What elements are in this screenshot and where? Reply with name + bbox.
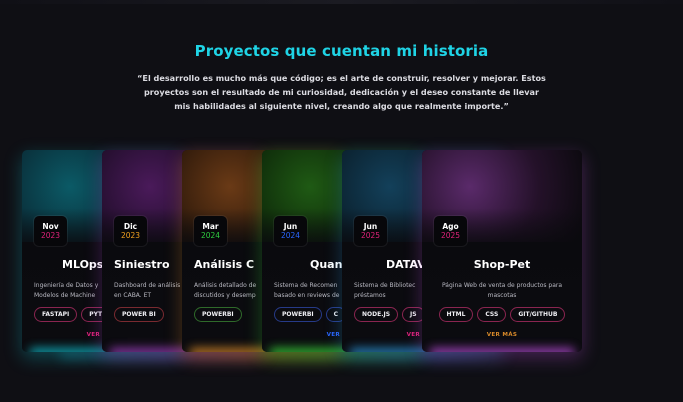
- section-title: Proyectos que cuentan mi historia: [194, 42, 489, 60]
- date-badge: Dic 2023: [114, 216, 147, 246]
- tech-tags: HTML CSS GIT/GITHUB: [422, 307, 582, 322]
- project-description: Página Web de venta de productos para ma…: [441, 282, 563, 299]
- project-description: Ingeniería de Datos y Modelos de Machine: [34, 282, 99, 299]
- date-month: Jun: [363, 222, 378, 231]
- see-more-link[interactable]: VER MÁS: [422, 332, 582, 338]
- project-card[interactable]: Ago 2025 Shop-Pet Página Web de venta de pr…: [422, 150, 582, 352]
- date-month: Nov: [42, 222, 59, 231]
- tech-tag: GIT/GITHUB: [510, 307, 566, 322]
- date-badge: Ago 2025: [434, 216, 467, 246]
- date-year: 2023: [40, 231, 61, 240]
- date-year: 2025: [440, 231, 461, 240]
- date-month: Ago: [442, 222, 459, 231]
- project-description: Sistema de Recomen basado en reviews de: [274, 282, 340, 299]
- tech-tag: POWERBI: [194, 307, 242, 322]
- date-year: 2025: [360, 231, 381, 240]
- date-year: 2024: [280, 231, 301, 240]
- date-year: 2023: [120, 231, 141, 240]
- date-month: Dic: [123, 222, 138, 231]
- project-description: Análisis detallado de discutidos y desem…: [194, 282, 257, 299]
- project-name: Shop-Pet: [473, 258, 531, 271]
- see-more-link[interactable]: VER: [262, 332, 342, 338]
- tech-tag: POWERBI: [274, 307, 322, 322]
- tech-tag: NODE.JS: [354, 307, 399, 322]
- date-badge: Jun 2024: [274, 216, 307, 246]
- see-more-link[interactable]: VER: [342, 332, 422, 338]
- see-more-link[interactable]: VER: [22, 332, 102, 338]
- card-glow: [430, 348, 574, 352]
- tech-tag: HTML: [438, 307, 474, 322]
- date-month: Jun: [283, 222, 298, 231]
- project-description: Sistema de Bibliotec préstamos: [354, 282, 416, 299]
- projects-carousel[interactable]: Nov 2023 MLOps Ingeniería de Datos y Modelo…: [22, 150, 582, 352]
- date-year: 2024: [200, 231, 221, 240]
- top-divider: [0, 0, 683, 4]
- date-month: Mar: [202, 222, 219, 231]
- tech-tag: FASTAPI: [34, 307, 78, 322]
- tech-tag: CSS: [477, 307, 507, 322]
- project-description: Dashboard de análisis en CABA. ET: [114, 282, 181, 299]
- section-quote: “El desarrollo es mucho más que código; …: [137, 73, 546, 111]
- date-badge: Mar 2024: [194, 216, 227, 246]
- tech-tag: POWER BI: [114, 307, 164, 322]
- date-badge: Nov 2023: [34, 216, 67, 246]
- date-badge: Jun 2025: [354, 216, 387, 246]
